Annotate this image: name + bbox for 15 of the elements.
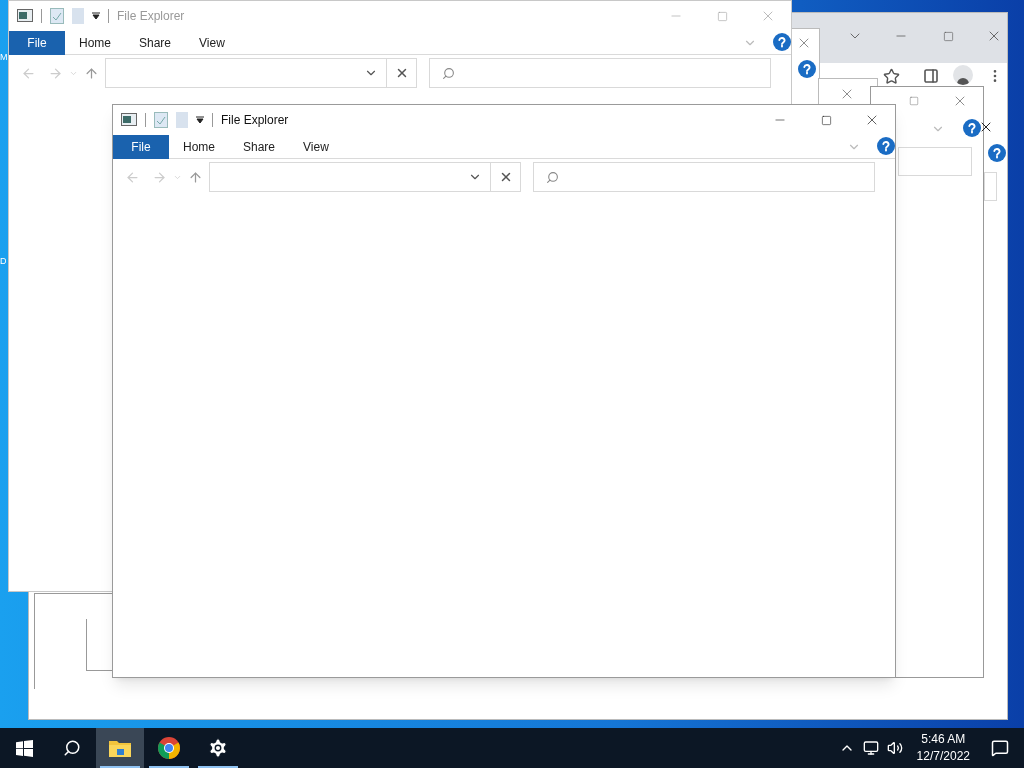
- clock-time: 5:46 AM: [921, 731, 966, 748]
- ribbon-tab[interactable]: File: [113, 134, 169, 159]
- desktop-icon-label: D: [0, 257, 7, 266]
- ribbon-tab[interactable]: Home: [169, 134, 229, 159]
- ribbon-tab[interactable]: Share: [229, 134, 290, 159]
- desktop-icon-label: M: [0, 53, 8, 62]
- clock-date: 12/7/2022: [916, 748, 970, 765]
- ribbon-tab[interactable]: File: [9, 30, 65, 55]
- ribbon-tab[interactable]: View: [185, 30, 239, 55]
- ribbon-tab[interactable]: Home: [65, 30, 125, 55]
- window-title: File Explorer: [221, 112, 289, 129]
- ribbon-tab[interactable]: View: [289, 134, 343, 159]
- ribbon-tab[interactable]: Share: [125, 30, 186, 55]
- clock[interactable]: 5:46 AM 12/7/2022: [910, 731, 976, 765]
- window-title: File Explorer: [117, 8, 185, 25]
